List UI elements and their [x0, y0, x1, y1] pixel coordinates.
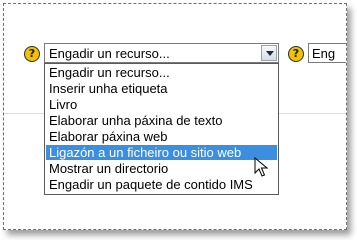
dropdown-option[interactable]: Mostrar un directorio — [46, 161, 277, 176]
chevron-down-icon[interactable] — [261, 45, 277, 61]
add-activity-select[interactable]: Eng — [308, 43, 346, 63]
add-resource-selected-value: Engadir un recurso... — [49, 46, 170, 61]
screenshot-frame: ? Engadir un recurso... ? Eng Engadir un… — [3, 3, 347, 230]
help-icon[interactable]: ? — [288, 46, 304, 62]
help-icon[interactable]: ? — [24, 46, 40, 62]
dropdown-option[interactable]: Engadir un paquete de contido IMS — [46, 177, 277, 192]
dropdown-option[interactable]: Elaborar páxina web — [46, 129, 277, 144]
dropdown-option-highlighted[interactable]: Ligazón a un ficheiro ou sitio web — [46, 145, 277, 160]
add-resource-select[interactable]: Engadir un recurso... — [44, 43, 279, 63]
dropdown-option[interactable]: Inserir unha etiqueta — [46, 81, 277, 96]
add-activity-selected-value: Eng — [312, 46, 336, 61]
dropdown-option[interactable]: Elaborar unha páxina de texto — [46, 113, 277, 128]
resource-dropdown-list[interactable]: Engadir un recurso... Inserir unha etiqu… — [44, 63, 279, 195]
dropdown-option[interactable]: Livro — [46, 97, 277, 112]
mouse-pointer-icon — [254, 157, 268, 177]
dropdown-option[interactable]: Engadir un recurso... — [46, 65, 277, 80]
